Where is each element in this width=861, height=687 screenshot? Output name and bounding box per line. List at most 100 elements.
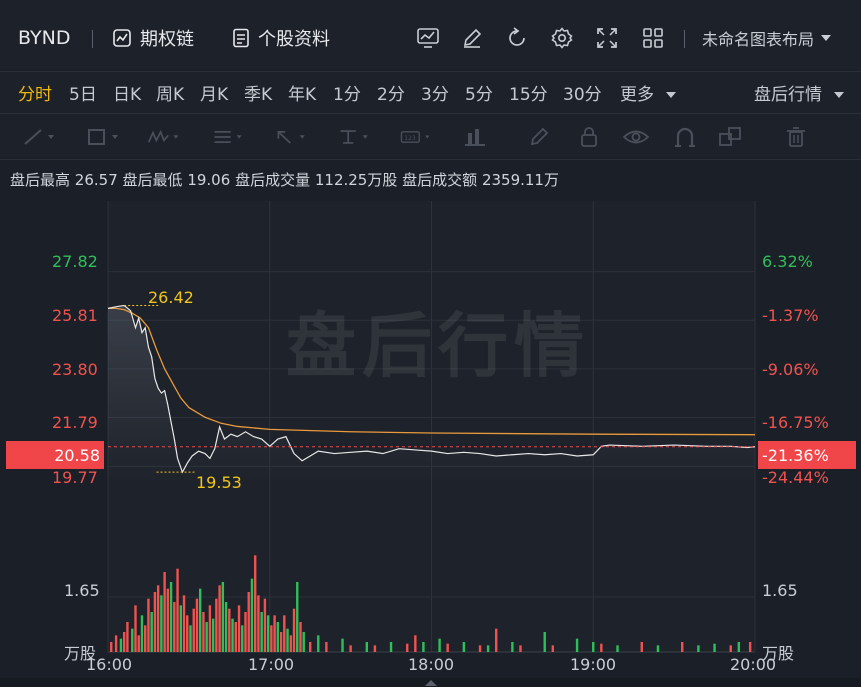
price-axis-label: 21.79 xyxy=(52,413,98,432)
visibility-tool[interactable] xyxy=(622,124,656,150)
session-label: 盘后行情 xyxy=(754,85,822,105)
number-tag-icon: 123 xyxy=(400,131,430,143)
tab-year-k[interactable]: 年K xyxy=(288,80,316,105)
volume-bar xyxy=(253,555,257,652)
monitor-chart-icon[interactable] xyxy=(414,24,442,52)
stock-profile-button[interactable]: 个股资料 xyxy=(232,22,330,54)
pct-axis-label: -9.06% xyxy=(762,360,819,379)
volume-bar xyxy=(748,642,752,652)
tab-1min[interactable]: 1分 xyxy=(333,80,361,105)
volume-bar xyxy=(279,632,283,652)
text-tool[interactable] xyxy=(338,124,372,150)
tab-month-k[interactable]: 月K xyxy=(200,80,228,105)
fullscreen-icon[interactable] xyxy=(593,24,621,52)
volume-bar xyxy=(198,588,202,652)
rectangle-icon xyxy=(88,129,118,145)
volume-bar xyxy=(182,595,186,652)
volume-bar xyxy=(153,592,157,652)
more-label: 更多 xyxy=(620,85,654,105)
volume-bar xyxy=(592,642,595,652)
volume-axis-label: 1.65 xyxy=(64,581,100,600)
fib-lines-icon xyxy=(214,131,242,143)
pencil-icon xyxy=(530,127,549,146)
volume-bar xyxy=(189,625,192,652)
volume-bar xyxy=(134,605,137,652)
trash-icon xyxy=(787,127,805,147)
bar-measure-tool[interactable] xyxy=(463,124,497,150)
volume-bar xyxy=(270,625,273,652)
tab-5day[interactable]: 5日 xyxy=(69,80,97,105)
volume-bar xyxy=(147,598,150,652)
fibonacci-tool[interactable] xyxy=(212,124,246,150)
volume-bar xyxy=(208,605,212,652)
session-dropdown[interactable]: 盘后行情 xyxy=(754,80,845,105)
tab-2min[interactable]: 2分 xyxy=(377,80,405,105)
volume-bar xyxy=(244,612,247,652)
volume-bar xyxy=(260,612,263,652)
symbol-label: BYND xyxy=(18,27,71,49)
options-chain-button[interactable]: 期权链 xyxy=(112,22,194,54)
volume-bar xyxy=(640,642,643,652)
volume-bar xyxy=(292,608,296,652)
price-label-tool[interactable]: 123 xyxy=(400,124,434,150)
delete-tool[interactable] xyxy=(784,124,818,150)
layout-selector[interactable]: 未命名图表布局 xyxy=(702,22,832,54)
volume-bar xyxy=(263,598,267,652)
volume-bar xyxy=(163,572,166,652)
volume-bar xyxy=(729,645,732,652)
layers-icon xyxy=(719,127,741,146)
pattern-tool[interactable] xyxy=(147,124,181,150)
tab-3min[interactable]: 3分 xyxy=(421,80,449,105)
tab-intraday[interactable]: 分时 xyxy=(18,80,52,105)
volume-bar xyxy=(422,642,425,652)
pct-axis-label: -1.37% xyxy=(762,306,819,325)
volume-bar xyxy=(273,615,276,652)
lock-tool[interactable] xyxy=(577,124,611,150)
drawing-toolbar: 123 xyxy=(0,114,861,160)
tab-day-k[interactable]: 日K xyxy=(113,80,141,105)
edit-pen-icon[interactable] xyxy=(458,24,486,52)
options-chain-label: 期权链 xyxy=(140,29,194,50)
volume-bar xyxy=(114,635,118,652)
volume-bar xyxy=(237,605,241,652)
magnet-tool[interactable] xyxy=(673,124,707,150)
volume-bar xyxy=(218,585,221,652)
more-dropdown[interactable]: 更多 xyxy=(620,80,677,105)
volume-bar xyxy=(551,645,555,652)
divider xyxy=(92,30,93,48)
volume-bar xyxy=(166,588,170,652)
volume-bar xyxy=(317,635,320,652)
low-annotation: 19.53 xyxy=(196,473,242,492)
volume-bar xyxy=(495,628,498,652)
settings-gear-icon[interactable] xyxy=(548,24,576,52)
group-tool[interactable] xyxy=(718,124,752,150)
trend-line-tool[interactable] xyxy=(22,124,56,150)
volume-bar xyxy=(228,608,231,652)
tab-15min[interactable]: 15分 xyxy=(509,80,548,105)
symbol-title[interactable]: BYND xyxy=(18,22,70,54)
x-tick-label: 18:00 xyxy=(408,655,455,674)
brush-tool[interactable] xyxy=(528,124,562,150)
refresh-icon[interactable] xyxy=(503,24,531,52)
tab-week-k[interactable]: 周K xyxy=(156,80,184,105)
volume-bar xyxy=(349,645,352,652)
tab-5min[interactable]: 5分 xyxy=(465,80,493,105)
volume-bar xyxy=(122,632,126,652)
volume-bar xyxy=(656,645,660,652)
intraday-chart[interactable] xyxy=(0,196,861,678)
document-icon xyxy=(233,28,249,48)
volume-bar xyxy=(215,598,218,652)
volume-bar xyxy=(126,622,129,652)
volume-bar xyxy=(224,602,228,652)
volume-bar xyxy=(195,598,199,652)
volume-bar xyxy=(737,642,741,652)
rectangle-tool[interactable] xyxy=(86,124,120,150)
arrow-tool[interactable] xyxy=(275,124,309,150)
tab-30min[interactable]: 30分 xyxy=(563,80,602,105)
price-axis-label: 23.80 xyxy=(52,360,98,379)
volume-bar xyxy=(221,582,225,652)
volume-value: 112.25万股 xyxy=(314,171,398,189)
magnet-icon xyxy=(675,127,695,147)
tab-quarter-k[interactable]: 季K xyxy=(244,80,272,105)
grid-layout-icon[interactable] xyxy=(639,24,667,52)
